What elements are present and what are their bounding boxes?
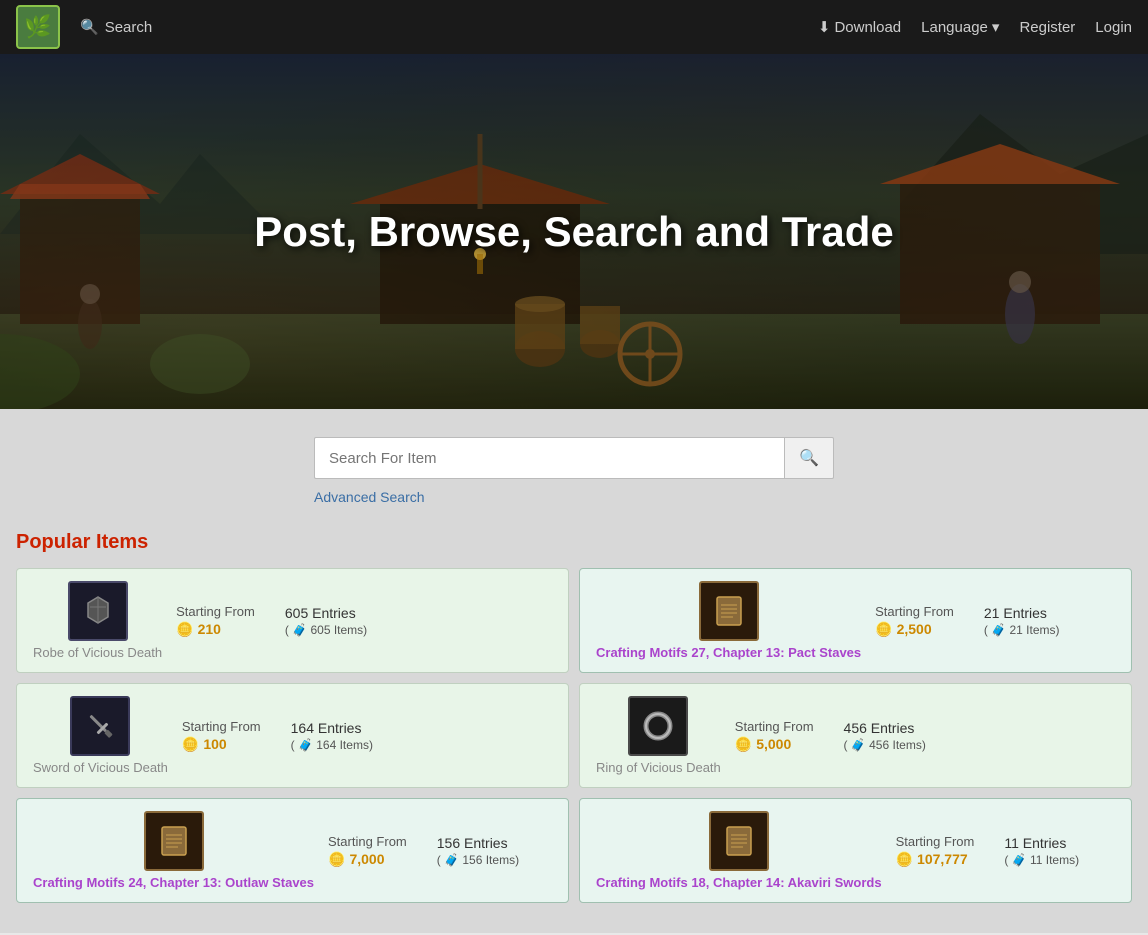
item-stats: Starting From 🪙7,000 156 Entries ( 🧳 156… xyxy=(328,834,552,868)
item-price: 🪙5,000 xyxy=(735,736,791,753)
item-icon xyxy=(709,811,769,871)
entries-count: 156 Entries xyxy=(437,835,508,851)
item-card[interactable]: Sword of Vicious Death Starting From 🪙10… xyxy=(16,683,569,788)
login-label: Login xyxy=(1095,19,1132,36)
item-left: Crafting Motifs 18, Chapter 14: Akaviri … xyxy=(596,811,882,890)
gold-icon: 🪙 xyxy=(735,736,752,753)
item-left: Ring of Vicious Death xyxy=(596,696,721,775)
language-label: Language xyxy=(921,19,988,36)
item-icon xyxy=(628,696,688,756)
gold-icon: 🪙 xyxy=(896,851,913,868)
hero-title: Post, Browse, Search and Trade xyxy=(254,208,894,256)
advanced-search-link[interactable]: Advanced Search xyxy=(314,489,425,505)
item-price: 🪙2,500 xyxy=(875,621,931,638)
items-count: ( 🧳 605 Items) xyxy=(285,623,367,637)
item-icon xyxy=(70,696,130,756)
register-label: Register xyxy=(1019,19,1075,36)
gold-icon: 🪙 xyxy=(176,621,193,638)
item-left: Sword of Vicious Death xyxy=(33,696,168,775)
nav-search[interactable]: 🔍 Search xyxy=(80,18,152,36)
price-block: Starting From 🪙107,777 xyxy=(896,834,975,868)
item-name: Sword of Vicious Death xyxy=(33,760,168,775)
search-bar: 🔍 xyxy=(314,437,834,479)
price-block: Starting From 🪙210 xyxy=(176,604,255,638)
item-stats: Starting From 🪙2,500 21 Entries ( 🧳 21 I… xyxy=(875,604,1115,638)
item-icon xyxy=(699,581,759,641)
site-logo[interactable]: 🌿 xyxy=(16,5,60,49)
popular-section: Popular Items Robe of Vicious Death Star… xyxy=(0,521,1148,933)
item-price: 🪙100 xyxy=(182,736,227,753)
item-card[interactable]: Robe of Vicious Death Starting From 🪙210… xyxy=(16,568,569,673)
starting-from-label: Starting From xyxy=(896,834,975,849)
item-icon xyxy=(68,581,128,641)
navbar: 🌿 🔍 Search ⬇ Download Language ▾ Registe… xyxy=(0,0,1148,54)
items-count: ( 🧳 21 Items) xyxy=(984,623,1060,637)
items-grid: Robe of Vicious Death Starting From 🪙210… xyxy=(16,568,1132,903)
item-price: 🪙210 xyxy=(176,621,221,638)
item-stats: Starting From 🪙5,000 456 Entries ( 🧳 456… xyxy=(735,719,1115,753)
item-name: Robe of Vicious Death xyxy=(33,645,162,660)
download-link[interactable]: ⬇ Download xyxy=(818,18,901,36)
entries-count: 164 Entries xyxy=(291,720,362,736)
item-price: 🪙107,777 xyxy=(896,851,968,868)
item-card[interactable]: Crafting Motifs 24, Chapter 13: Outlaw S… xyxy=(16,798,569,903)
starting-from-label: Starting From xyxy=(328,834,407,849)
entries-block: 164 Entries ( 🧳 164 Items) xyxy=(291,720,373,752)
entries-count: 21 Entries xyxy=(984,605,1047,621)
entries-block: 11 Entries ( 🧳 11 Items) xyxy=(1004,835,1079,867)
search-input[interactable] xyxy=(314,437,784,479)
item-left: Crafting Motifs 24, Chapter 13: Outlaw S… xyxy=(33,811,314,890)
price-block: Starting From 🪙5,000 xyxy=(735,719,814,753)
item-card[interactable]: Crafting Motifs 18, Chapter 14: Akaviri … xyxy=(579,798,1132,903)
login-link[interactable]: Login xyxy=(1095,19,1132,36)
entries-block: 605 Entries ( 🧳 605 Items) xyxy=(285,605,367,637)
price-block: Starting From 🪙7,000 xyxy=(328,834,407,868)
search-section: 🔍 Advanced Search xyxy=(0,409,1148,521)
item-card[interactable]: Ring of Vicious Death Starting From 🪙5,0… xyxy=(579,683,1132,788)
item-card[interactable]: Crafting Motifs 27, Chapter 13: Pact Sta… xyxy=(579,568,1132,673)
hero-banner: Post, Browse, Search and Trade xyxy=(0,54,1148,409)
item-name: Crafting Motifs 18, Chapter 14: Akaviri … xyxy=(596,875,882,890)
item-stats: Starting From 🪙100 164 Entries ( 🧳 164 I… xyxy=(182,719,552,753)
download-icon: ⬇ xyxy=(818,18,831,36)
register-link[interactable]: Register xyxy=(1019,19,1075,36)
search-submit-icon: 🔍 xyxy=(799,448,819,468)
entries-count: 605 Entries xyxy=(285,605,356,621)
download-label: Download xyxy=(834,19,901,36)
entries-block: 156 Entries ( 🧳 156 Items) xyxy=(437,835,519,867)
item-stats: Starting From 🪙107,777 11 Entries ( 🧳 11… xyxy=(896,834,1115,868)
price-block: Starting From 🪙2,500 xyxy=(875,604,954,638)
starting-from-label: Starting From xyxy=(735,719,814,734)
nav-search-label: Search xyxy=(105,19,153,36)
gold-icon: 🪙 xyxy=(875,621,892,638)
starting-from-label: Starting From xyxy=(176,604,255,619)
item-stats: Starting From 🪙210 605 Entries ( 🧳 605 I… xyxy=(176,604,552,638)
item-price: 🪙7,000 xyxy=(328,851,384,868)
entries-count: 456 Entries xyxy=(844,720,915,736)
gold-icon: 🪙 xyxy=(328,851,345,868)
item-name: Crafting Motifs 24, Chapter 13: Outlaw S… xyxy=(33,875,314,890)
starting-from-label: Starting From xyxy=(182,719,261,734)
entries-block: 456 Entries ( 🧳 456 Items) xyxy=(844,720,926,752)
items-count: ( 🧳 156 Items) xyxy=(437,853,519,867)
items-count: ( 🧳 164 Items) xyxy=(291,738,373,752)
items-count: ( 🧳 11 Items) xyxy=(1004,853,1079,867)
item-icon xyxy=(144,811,204,871)
search-icon: 🔍 xyxy=(80,18,99,36)
items-count: ( 🧳 456 Items) xyxy=(844,738,926,752)
entries-block: 21 Entries ( 🧳 21 Items) xyxy=(984,605,1060,637)
starting-from-label: Starting From xyxy=(875,604,954,619)
item-name: Ring of Vicious Death xyxy=(596,760,721,775)
chevron-down-icon: ▾ xyxy=(992,18,1000,36)
search-button[interactable]: 🔍 xyxy=(784,437,834,479)
item-name: Crafting Motifs 27, Chapter 13: Pact Sta… xyxy=(596,645,861,660)
price-block: Starting From 🪙100 xyxy=(182,719,261,753)
item-left: Robe of Vicious Death xyxy=(33,581,162,660)
popular-title: Popular Items xyxy=(16,531,1132,554)
language-link[interactable]: Language ▾ xyxy=(921,18,999,36)
item-left: Crafting Motifs 27, Chapter 13: Pact Sta… xyxy=(596,581,861,660)
entries-count: 11 Entries xyxy=(1004,835,1066,851)
gold-icon: 🪙 xyxy=(182,736,199,753)
